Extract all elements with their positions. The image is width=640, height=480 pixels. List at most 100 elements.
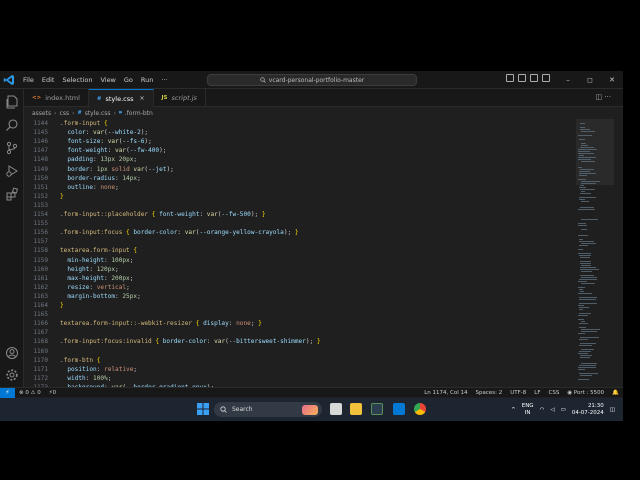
menu-go[interactable]: Go	[120, 76, 137, 84]
command-center-search[interactable]: vcard-personal-portfolio-master	[207, 74, 417, 86]
ports-status[interactable]: ⚡0	[45, 390, 60, 396]
menu-selection[interactable]: Selection	[58, 76, 96, 84]
code-line[interactable]: 1153	[24, 201, 576, 210]
wifi-icon[interactable]: ◠	[540, 407, 545, 413]
minimap[interactable]	[576, 119, 614, 387]
tab-script-js[interactable]: JS script.js	[154, 89, 206, 107]
code-line[interactable]: 1150 border-radius: 14px;	[24, 174, 576, 183]
menu-edit[interactable]: Edit	[38, 76, 59, 84]
windows-start-icon[interactable]	[197, 403, 209, 415]
minimap-line	[578, 319, 584, 320]
code-line[interactable]: 1148 padding: 13px 20px;	[24, 155, 576, 164]
line-number: 1152	[33, 192, 48, 200]
clock[interactable]: 21:30 04-07-2024	[572, 403, 604, 417]
breadcrumb-item[interactable]: css	[60, 110, 70, 117]
minimap-line	[579, 339, 588, 340]
code-line[interactable]: 1172 width: 100%;	[24, 374, 576, 383]
toggle-panel-icon[interactable]	[518, 74, 526, 82]
toggle-secondary-sidebar-icon[interactable]	[530, 74, 538, 82]
eol-status[interactable]: LF	[530, 390, 544, 396]
code-line[interactable]: 1146 font-size: var(--fs-6);	[24, 137, 576, 146]
menu-run[interactable]: Run	[137, 76, 157, 84]
code-line[interactable]: 1162 resize: vertical;	[24, 283, 576, 292]
run-debug-icon[interactable]	[5, 163, 19, 177]
tray-overflow-icon[interactable]: ^	[511, 407, 516, 413]
system-tray: ^ ENG IN ◠ ◁ ▭ 21:30 04-07-2024 ◫	[511, 400, 615, 419]
code-line[interactable]: 1163 margin-bottom: 25px;	[24, 292, 576, 301]
code-line[interactable]: 1164}	[24, 301, 576, 310]
breadcrumb-item[interactable]: assets	[32, 110, 51, 117]
cursor-position[interactable]: Ln 1174, Col 14	[420, 390, 471, 396]
menu-view[interactable]: View	[96, 76, 119, 84]
close-button[interactable]: ✕	[601, 76, 623, 84]
battery-icon[interactable]: ▭	[561, 407, 566, 413]
language-mode[interactable]: CSS	[545, 390, 564, 396]
vertical-scrollbar[interactable]	[615, 119, 623, 387]
extensions-icon[interactable]	[5, 186, 19, 201]
search-icon[interactable]	[5, 117, 19, 131]
task-view-icon[interactable]	[330, 403, 342, 415]
close-tab-icon[interactable]: ×	[139, 95, 144, 102]
live-server-port[interactable]: ◉ Port : 5500	[563, 390, 608, 396]
minimap-line	[578, 179, 586, 180]
file-explorer-icon[interactable]	[350, 403, 362, 415]
tab-index-html[interactable]: <> index.html	[24, 89, 89, 107]
minimap-line	[581, 283, 595, 284]
breadcrumb-item[interactable]: style.css	[85, 110, 111, 117]
minimize-button[interactable]: –	[557, 76, 579, 84]
minimap-line	[580, 193, 591, 194]
account-icon[interactable]	[5, 345, 19, 359]
code-line[interactable]: 1165	[24, 310, 576, 319]
minimap-line	[581, 363, 597, 364]
terminal-icon[interactable]	[371, 403, 383, 415]
menu-file[interactable]: File	[19, 76, 38, 84]
code-line[interactable]: 1166 textarea.form-input::-webkit-resizer…	[24, 319, 576, 328]
notification-icon[interactable]: ◫	[610, 407, 615, 413]
minimap-line	[578, 223, 586, 224]
chrome-icon[interactable]	[414, 403, 426, 415]
source-control-icon[interactable]	[5, 140, 19, 155]
code-line[interactable]: 1168 .form-input:focus:invalid { border-c…	[24, 337, 576, 346]
explorer-icon[interactable]	[5, 94, 19, 109]
code-line[interactable]: 1155	[24, 219, 576, 228]
code-editor[interactable]: 1144 .form-input {1145 color: var(--white…	[24, 119, 576, 387]
minimap-line	[581, 321, 585, 322]
maximize-button[interactable]: ◻	[579, 76, 601, 84]
minimap-line	[581, 277, 597, 278]
code-line[interactable]: 1171 position: relative;	[24, 365, 576, 374]
code-line[interactable]: 1151 outline: none;	[24, 183, 576, 192]
settings-gear-icon[interactable]	[5, 367, 19, 381]
encoding-status[interactable]: UTF-8	[506, 390, 530, 396]
tab-actions[interactable]: ◫ ···	[595, 93, 611, 101]
code-line[interactable]: 1154 .form-input::placeholder { font-weig…	[24, 210, 576, 219]
customize-layout-icon[interactable]	[542, 74, 550, 82]
code-line[interactable]: 1145 color: var(--white-2);	[24, 128, 576, 137]
code-line[interactable]: 1159 min-height: 100px;	[24, 256, 576, 265]
code-line[interactable]: 1147 font-weight: var(--fw-400);	[24, 146, 576, 155]
code-line[interactable]: 1161 max-height: 200px;	[24, 274, 576, 283]
minimap-line	[579, 299, 596, 300]
menu-more[interactable]: ···	[157, 76, 171, 84]
indentation-status[interactable]: Spaces: 2	[471, 390, 506, 396]
code-line[interactable]: 1167	[24, 328, 576, 337]
code-line[interactable]: 1149 border: 1px solid var(--jet);	[24, 165, 576, 174]
language-indicator[interactable]: ENG IN	[522, 403, 534, 417]
code-line[interactable]: 1170 .form-btn {	[24, 356, 576, 365]
line-number: 1151	[33, 183, 48, 191]
remote-indicator[interactable]: ⚡	[0, 387, 15, 398]
code-line[interactable]: 1158 textarea.form-input {	[24, 246, 576, 255]
code-line[interactable]: 1152}	[24, 192, 576, 201]
code-line[interactable]: 1157	[24, 237, 576, 246]
toggle-sidebar-icon[interactable]	[506, 74, 514, 82]
code-line[interactable]: 1144 .form-input {	[24, 119, 576, 128]
code-line[interactable]: 1160 height: 120px;	[24, 265, 576, 274]
volume-icon[interactable]: ◁	[550, 407, 554, 413]
tab-style-css[interactable]: # style.css ×	[88, 89, 154, 107]
breadcrumb-item[interactable]: .form-btn	[125, 110, 153, 117]
code-line[interactable]: 1169	[24, 347, 576, 356]
notifications-bell-icon[interactable]: 🔔	[608, 390, 623, 396]
problems-status[interactable]: ⊗ 0 ⚠ 0	[15, 390, 45, 396]
vscode-taskbar-icon[interactable]	[393, 403, 405, 415]
taskbar-search[interactable]: Search	[214, 402, 322, 417]
code-line[interactable]: 1156 .form-input:focus { border-color: va…	[24, 228, 576, 237]
